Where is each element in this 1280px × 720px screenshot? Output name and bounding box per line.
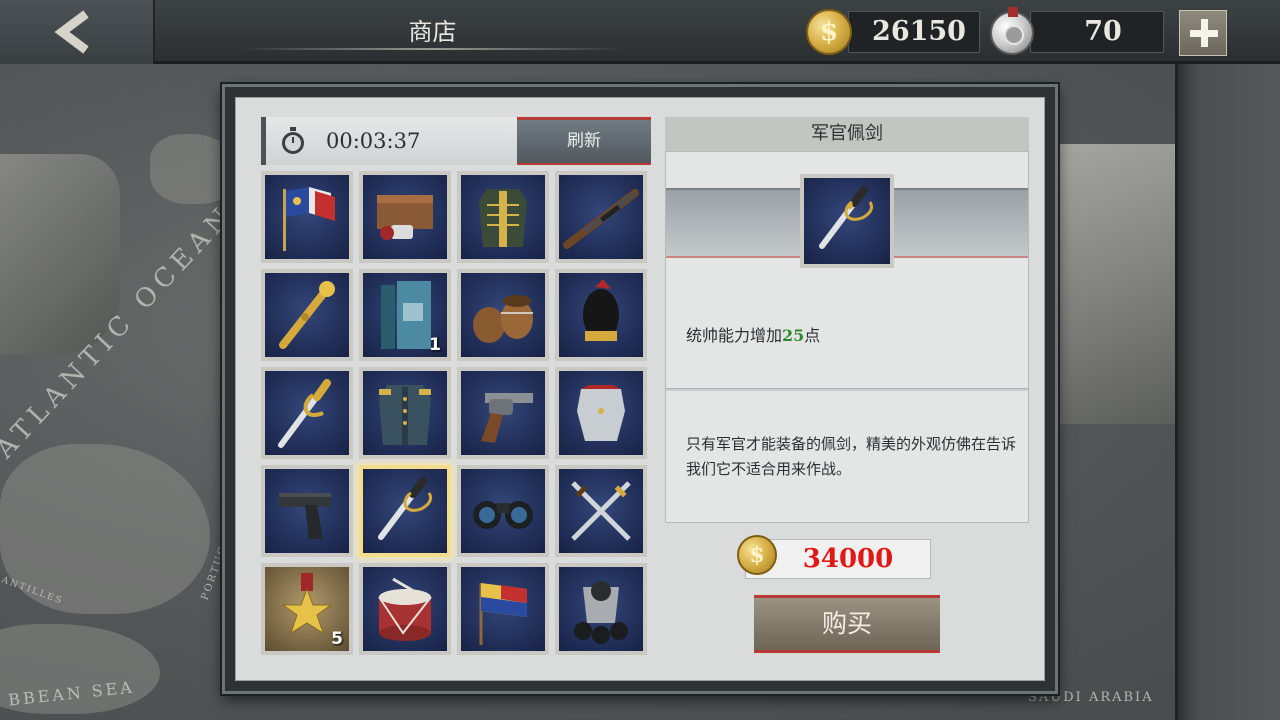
cavalry-photo — [1060, 144, 1180, 424]
item-description: 只有军官才能装备的佩剑，精美的外观仿佛在告诉我们它不适合用来作战。 — [686, 435, 1017, 478]
shop-item-drum[interactable] — [359, 563, 451, 655]
top-bar: 商店 26150 $ 70 — [0, 0, 1280, 64]
item-detail-box: 统帅能力增加25点 只有军官才能装备的佩剑，精美的外观仿佛在告诉我们它不适合用来… — [665, 151, 1029, 523]
right-side-strip — [1175, 64, 1280, 720]
shop-item-hussar-jacket[interactable] — [457, 171, 549, 263]
drum-icon — [363, 567, 447, 651]
shop-item-cannonballs[interactable] — [555, 563, 647, 655]
signal-flags-icon — [461, 567, 545, 651]
shop-title-area: 商店 — [240, 0, 625, 56]
effect-suffix: 点 — [804, 326, 821, 345]
effect-prefix: 统帅能力增加 — [686, 326, 783, 345]
shop-item-cuirass[interactable] — [555, 367, 647, 459]
shop-item-pistol[interactable] — [261, 465, 353, 557]
daggers-icon — [559, 469, 643, 553]
shop-panel: 00:03:37 刷新 15 军官佩剑 统帅能力增加25点 只有军官才能装备的佩… — [222, 84, 1058, 694]
item-grid: 15 — [261, 171, 651, 659]
title-underline — [240, 48, 625, 50]
shop-item-star-medal[interactable]: 5 — [261, 563, 353, 655]
shop-item-officer-coat[interactable] — [359, 367, 451, 459]
item-quantity: 5 — [331, 629, 343, 649]
shop-item-binoculars[interactable] — [457, 465, 549, 557]
effect-value: 25 — [782, 326, 805, 345]
ammo-crate-icon — [363, 175, 447, 259]
gold-counter: 26150 — [848, 11, 980, 53]
page-title: 商店 — [408, 18, 457, 46]
refresh-button[interactable]: 刷新 — [517, 117, 651, 165]
medal-counter: 70 — [1030, 11, 1164, 53]
shop-item-marshal-baton[interactable] — [261, 269, 353, 361]
buy-button[interactable]: 购买 — [754, 595, 940, 653]
timer-text: 00:03:37 — [326, 129, 421, 153]
shop-item-ammo-crate[interactable] — [359, 171, 451, 263]
rifle-icon — [559, 175, 643, 259]
silver-medal-icon — [990, 7, 1034, 55]
cuirass-icon — [559, 371, 643, 455]
shop-item-bearskin-hat[interactable] — [555, 269, 647, 361]
hussar-jacket-icon — [461, 175, 545, 259]
item-name: 军官佩剑 — [665, 117, 1029, 151]
shop-item-rifle[interactable] — [555, 171, 647, 263]
gold-coin-icon: $ — [806, 9, 852, 55]
back-button[interactable] — [0, 0, 155, 64]
item-quantity: 1 — [429, 335, 441, 355]
shop-item-officer-sword[interactable] — [359, 465, 451, 557]
gold-sabre-icon — [265, 371, 349, 455]
medal-value: 70 — [1084, 16, 1122, 47]
shop-item-books[interactable]: 1 — [359, 269, 451, 361]
shop-item-flags[interactable] — [261, 171, 353, 263]
officer-sword-icon — [363, 469, 447, 553]
shop-item-signal-flags[interactable] — [457, 563, 549, 655]
pistol-icon — [265, 469, 349, 553]
shop-item-barrels[interactable] — [457, 269, 549, 361]
officer-sword-icon — [804, 178, 890, 264]
add-currency-button[interactable] — [1179, 10, 1227, 56]
shop-item-daggers[interactable] — [555, 465, 647, 557]
officer-coat-icon — [363, 371, 447, 455]
refresh-timer: 00:03:37 — [261, 117, 517, 165]
detail-divider — [666, 388, 1028, 391]
gold-value: 26150 — [872, 16, 966, 47]
shop-item-gold-sabre[interactable] — [261, 367, 353, 459]
item-effect: 统帅能力增加25点 — [686, 322, 820, 346]
star-medal-icon: 5 — [265, 567, 349, 651]
revolver-icon — [461, 371, 545, 455]
cannonballs-icon — [559, 567, 643, 651]
flags-icon — [265, 175, 349, 259]
price-value: 34000 — [802, 544, 894, 574]
barrels-icon — [461, 273, 545, 357]
binoculars-icon — [461, 469, 545, 553]
stopwatch-icon — [282, 127, 304, 154]
books-icon: 1 — [363, 273, 447, 357]
marshal-baton-icon — [265, 273, 349, 357]
shop-item-revolver[interactable] — [457, 367, 549, 459]
item-preview — [800, 174, 894, 268]
bearskin-hat-icon — [559, 273, 643, 357]
back-arrow-icon — [54, 10, 89, 54]
medal-ribbon — [1008, 7, 1018, 17]
